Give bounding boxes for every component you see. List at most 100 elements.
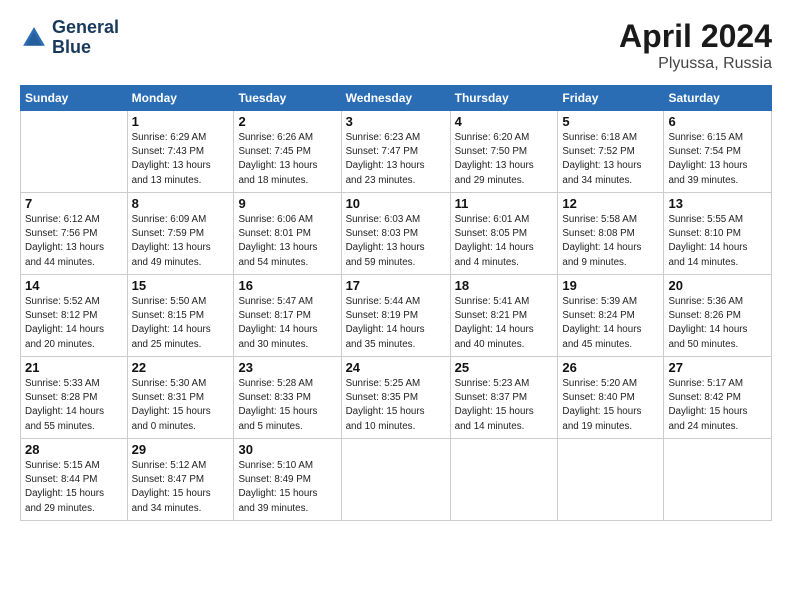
calendar-table: SundayMondayTuesdayWednesdayThursdayFrid…: [20, 85, 772, 521]
day-cell: [450, 439, 558, 521]
day-info: Sunrise: 6:01 AMSunset: 8:05 PMDaylight:…: [455, 213, 554, 270]
day-number: 7: [25, 196, 123, 211]
day-info: Sunrise: 5:50 AMSunset: 8:15 PMDaylight:…: [132, 295, 230, 352]
day-number: 14: [25, 278, 123, 293]
day-cell: 6Sunrise: 6:15 AMSunset: 7:54 PMDaylight…: [664, 111, 772, 193]
logo-icon: [20, 24, 48, 52]
week-row-1: 1 Sunrise: 6:29 AMSunset: 7:43 PMDaylight…: [21, 111, 772, 193]
day-number: 9: [238, 196, 336, 211]
day-info: Sunrise: 5:12 AMSunset: 8:47 PMDaylight:…: [132, 459, 230, 516]
day-cell: 2Sunrise: 6:26 AMSunset: 7:45 PMDaylight…: [234, 111, 341, 193]
day-info: Sunrise: 5:20 AMSunset: 8:40 PMDaylight:…: [562, 377, 659, 434]
day-info: Sunrise: 6:09 AMSunset: 7:59 PMDaylight:…: [132, 213, 230, 270]
day-cell: 30 Sunrise: 5:10 AMSunset: 8:49 PMDayligh…: [234, 439, 341, 521]
day-number: 10: [346, 196, 446, 211]
day-number: 11: [455, 196, 554, 211]
day-cell: 16 Sunrise: 5:47 AMSunset: 8:17 PMDayligh…: [234, 275, 341, 357]
day-cell: 15 Sunrise: 5:50 AMSunset: 8:15 PMDayligh…: [127, 275, 234, 357]
day-cell: 28 Sunrise: 5:15 AMSunset: 8:44 PMDayligh…: [21, 439, 128, 521]
weekday-wednesday: Wednesday: [341, 86, 450, 111]
header: General Blue April 2024 Plyussa, Russia: [20, 18, 772, 73]
day-info: Sunrise: 5:15 AMSunset: 8:44 PMDaylight:…: [25, 459, 123, 516]
logo: General Blue: [20, 18, 119, 58]
day-info: Sunrise: 5:52 AMSunset: 8:12 PMDaylight:…: [25, 295, 123, 352]
calendar-header: SundayMondayTuesdayWednesdayThursdayFrid…: [21, 86, 772, 111]
day-number: 24: [346, 360, 446, 375]
day-cell: 3 Sunrise: 6:23 AMSunset: 7:47 PMDaylight…: [341, 111, 450, 193]
day-number: 19: [562, 278, 659, 293]
day-info: Sunrise: 5:39 AMSunset: 8:24 PMDaylight:…: [562, 295, 659, 352]
day-number: 4: [455, 114, 554, 129]
day-cell: 22 Sunrise: 5:30 AMSunset: 8:31 PMDayligh…: [127, 357, 234, 439]
day-cell: 27Sunrise: 5:17 AMSunset: 8:42 PMDayligh…: [664, 357, 772, 439]
day-number: 28: [25, 442, 123, 457]
logo-line2: Blue: [52, 38, 119, 58]
weekday-friday: Friday: [558, 86, 664, 111]
day-info: Sunrise: 5:33 AMSunset: 8:28 PMDaylight:…: [25, 377, 123, 434]
day-number: 15: [132, 278, 230, 293]
day-cell: 12 Sunrise: 5:58 AMSunset: 8:08 PMDayligh…: [558, 193, 664, 275]
day-number: 16: [238, 278, 336, 293]
day-number: 13: [668, 196, 767, 211]
day-number: 29: [132, 442, 230, 457]
day-number: 23: [238, 360, 336, 375]
weekday-saturday: Saturday: [664, 86, 772, 111]
day-cell: 20Sunrise: 5:36 AMSunset: 8:26 PMDayligh…: [664, 275, 772, 357]
day-cell: 9 Sunrise: 6:06 AMSunset: 8:01 PMDaylight…: [234, 193, 341, 275]
day-cell: 4 Sunrise: 6:20 AMSunset: 7:50 PMDaylight…: [450, 111, 558, 193]
day-info: Sunrise: 5:58 AMSunset: 8:08 PMDaylight:…: [562, 213, 659, 270]
day-cell: 24 Sunrise: 5:25 AMSunset: 8:35 PMDayligh…: [341, 357, 450, 439]
weekday-monday: Monday: [127, 86, 234, 111]
day-cell: 29 Sunrise: 5:12 AMSunset: 8:47 PMDayligh…: [127, 439, 234, 521]
day-number: 3: [346, 114, 446, 129]
day-number: 5: [562, 114, 659, 129]
day-cell: 8 Sunrise: 6:09 AMSunset: 7:59 PMDaylight…: [127, 193, 234, 275]
day-number: 25: [455, 360, 554, 375]
day-cell: [558, 439, 664, 521]
day-cell: 19 Sunrise: 5:39 AMSunset: 8:24 PMDayligh…: [558, 275, 664, 357]
day-cell: 25 Sunrise: 5:23 AMSunset: 8:37 PMDayligh…: [450, 357, 558, 439]
weekday-tuesday: Tuesday: [234, 86, 341, 111]
day-info: Sunrise: 6:18 AMSunset: 7:52 PMDaylight:…: [562, 131, 659, 188]
day-info: Sunrise: 5:25 AMSunset: 8:35 PMDaylight:…: [346, 377, 446, 434]
day-cell: 26Sunrise: 5:20 AMSunset: 8:40 PMDayligh…: [558, 357, 664, 439]
day-number: 21: [25, 360, 123, 375]
day-number: 1: [132, 114, 230, 129]
day-info: Sunrise: 5:44 AMSunset: 8:19 PMDaylight:…: [346, 295, 446, 352]
day-info: Sunrise: 6:29 AMSunset: 7:43 PMDaylight:…: [132, 131, 230, 188]
day-info: Sunrise: 5:10 AMSunset: 8:49 PMDaylight:…: [238, 459, 336, 516]
day-cell: [341, 439, 450, 521]
day-cell: 21 Sunrise: 5:33 AMSunset: 8:28 PMDayligh…: [21, 357, 128, 439]
weekday-header-row: SundayMondayTuesdayWednesdayThursdayFrid…: [21, 86, 772, 111]
title-block: April 2024 Plyussa, Russia: [619, 18, 772, 73]
day-info: Sunrise: 5:28 AMSunset: 8:33 PMDaylight:…: [238, 377, 336, 434]
day-cell: [21, 111, 128, 193]
day-info: Sunrise: 5:30 AMSunset: 8:31 PMDaylight:…: [132, 377, 230, 434]
day-info: Sunrise: 5:47 AMSunset: 8:17 PMDaylight:…: [238, 295, 336, 352]
day-number: 12: [562, 196, 659, 211]
calendar-title: April 2024: [619, 18, 772, 55]
day-cell: 5 Sunrise: 6:18 AMSunset: 7:52 PMDaylight…: [558, 111, 664, 193]
day-cell: 17 Sunrise: 5:44 AMSunset: 8:19 PMDayligh…: [341, 275, 450, 357]
day-cell: 1 Sunrise: 6:29 AMSunset: 7:43 PMDaylight…: [127, 111, 234, 193]
day-number: 8: [132, 196, 230, 211]
day-info: Sunrise: 6:03 AMSunset: 8:03 PMDaylight:…: [346, 213, 446, 270]
day-number: 17: [346, 278, 446, 293]
day-info: Sunrise: 6:12 AMSunset: 7:56 PMDaylight:…: [25, 213, 123, 270]
weekday-thursday: Thursday: [450, 86, 558, 111]
day-info: Sunrise: 6:15 AMSunset: 7:54 PMDaylight:…: [668, 131, 767, 188]
day-cell: 13 Sunrise: 5:55 AMSunset: 8:10 PMDayligh…: [664, 193, 772, 275]
day-number: 18: [455, 278, 554, 293]
day-number: 30: [238, 442, 336, 457]
week-row-3: 14 Sunrise: 5:52 AMSunset: 8:12 PMDayligh…: [21, 275, 772, 357]
day-info: Sunrise: 5:36 AMSunset: 8:26 PMDaylight:…: [668, 295, 767, 352]
day-info: Sunrise: 6:20 AMSunset: 7:50 PMDaylight:…: [455, 131, 554, 188]
day-info: Sunrise: 5:55 AMSunset: 8:10 PMDaylight:…: [668, 213, 767, 270]
day-info: Sunrise: 6:06 AMSunset: 8:01 PMDaylight:…: [238, 213, 336, 270]
calendar-body: 1 Sunrise: 6:29 AMSunset: 7:43 PMDaylight…: [21, 111, 772, 521]
day-number: 22: [132, 360, 230, 375]
day-cell: 11 Sunrise: 6:01 AMSunset: 8:05 PMDayligh…: [450, 193, 558, 275]
day-info: Sunrise: 5:23 AMSunset: 8:37 PMDaylight:…: [455, 377, 554, 434]
day-info: Sunrise: 6:23 AMSunset: 7:47 PMDaylight:…: [346, 131, 446, 188]
day-info: Sunrise: 6:26 AMSunset: 7:45 PMDaylight:…: [238, 131, 336, 188]
